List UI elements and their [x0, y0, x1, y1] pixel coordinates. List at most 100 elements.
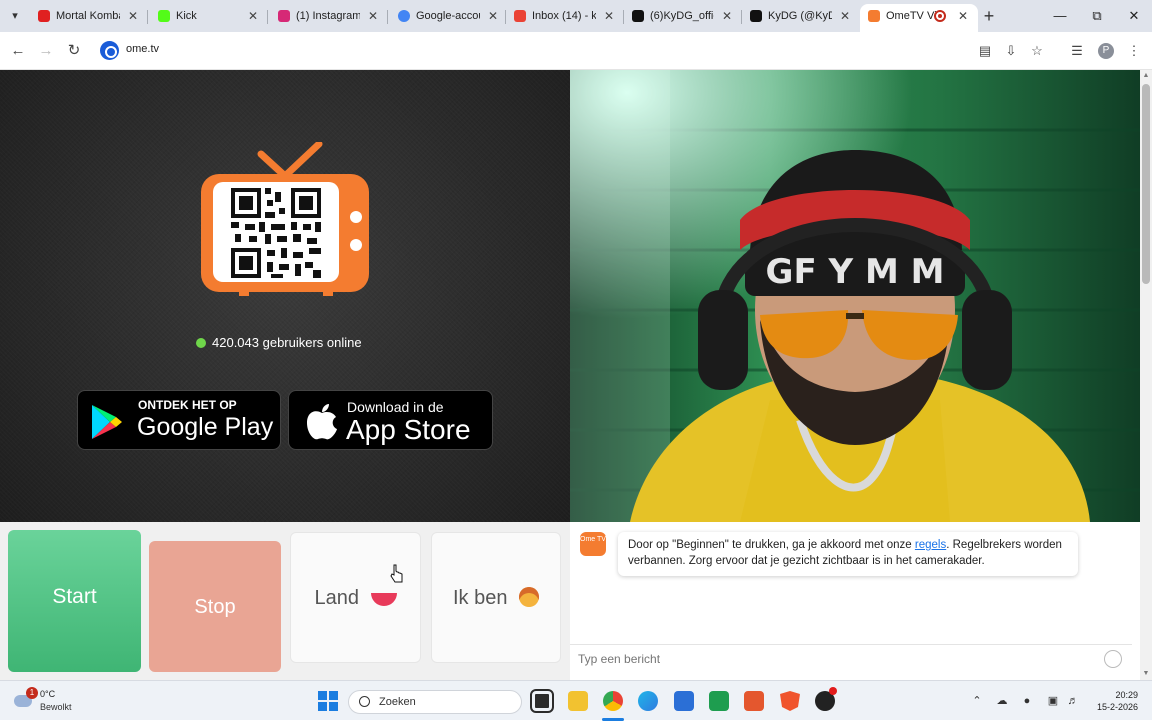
- tab-title: KyDG (@KyDG: [768, 10, 832, 22]
- media-controls-icon[interactable]: ☰: [1068, 42, 1086, 60]
- stop-button[interactable]: Stop: [149, 541, 281, 672]
- headband-print: GF Y M M: [766, 252, 945, 292]
- tab-title: Google-accou: [416, 10, 480, 22]
- tiktok-icon: [632, 10, 644, 22]
- tab-x-twitter[interactable]: KyDG (@KyDG ✕: [742, 4, 860, 30]
- edge-icon[interactable]: [638, 691, 658, 711]
- tab-google-account[interactable]: Google-accou ✕: [390, 4, 508, 30]
- tab-title: (1) Instagram: [296, 10, 360, 22]
- gender-select-button[interactable]: Ik ben: [431, 532, 561, 663]
- app-store-big-text: App Store: [346, 414, 471, 445]
- microphone-icon[interactable]: ●: [1020, 693, 1034, 709]
- profile-avatar[interactable]: P: [1098, 43, 1114, 59]
- maximize-button[interactable]: ⧉: [1085, 6, 1109, 26]
- message-input[interactable]: [578, 649, 1098, 669]
- tray-chevron-icon[interactable]: ⌃: [970, 693, 984, 709]
- tab-gmail-inbox[interactable]: Inbox (14) - k ✕: [506, 4, 624, 30]
- emoji-smiley-icon[interactable]: [1104, 650, 1122, 668]
- tab-search-icon[interactable]: ▾: [4, 6, 26, 26]
- address-bar[interactable]: ome.tv: [96, 37, 960, 65]
- google-play-badge[interactable]: ONTDEK HET OP Google Play: [77, 390, 281, 450]
- flag-icon: [370, 593, 397, 606]
- ometv-chat-logo: Ome TV: [580, 532, 606, 556]
- scroll-down-arrow-icon[interactable]: ▼: [1140, 668, 1152, 680]
- users-online-text: 420.043 gebruikers online: [212, 335, 362, 350]
- tab-title: Inbox (14) - k: [532, 10, 596, 22]
- page-scrollbar[interactable]: ▲ ▼: [1140, 70, 1152, 680]
- boy-emoji-icon: [519, 587, 540, 607]
- clock-date: 15-2-2026: [1096, 702, 1138, 712]
- weather-widget[interactable]: 1 0°C Bewolkt: [14, 687, 94, 717]
- google-play-big-text: Google Play: [137, 413, 274, 441]
- close-icon[interactable]: ✕: [722, 4, 732, 28]
- windows-start-icon[interactable]: [318, 691, 338, 711]
- weather-temperature: 0°C: [40, 689, 56, 699]
- brave-icon[interactable]: [780, 691, 800, 711]
- minimize-button[interactable]: —: [1048, 6, 1072, 26]
- notice-text-start: Door op "Beginnen" te drukken, ga je akk…: [628, 539, 915, 551]
- tab-ometv[interactable]: OmeTV Vi ✕: [860, 4, 978, 32]
- recording-dot: [829, 687, 837, 695]
- install-app-icon[interactable]: ⇩: [1002, 42, 1020, 60]
- forward-icon[interactable]: →: [36, 41, 56, 61]
- notification-badge: 1: [26, 687, 38, 699]
- youtube-icon: [38, 10, 50, 22]
- powerpoint-icon[interactable]: [744, 691, 764, 711]
- system-clock[interactable]: 20:29 15-2-2026: [1094, 689, 1138, 713]
- reload-icon[interactable]: ↻: [64, 41, 84, 61]
- x-icon: [750, 10, 762, 22]
- partner-video-feed: GF Y M M: [570, 70, 1140, 522]
- tab-title: Kick: [176, 10, 197, 22]
- rules-link[interactable]: regels: [915, 539, 946, 551]
- excel-icon[interactable]: [709, 691, 729, 711]
- word-icon[interactable]: [674, 691, 694, 711]
- google-play-small-text: ONTDEK HET OP: [138, 398, 237, 412]
- chat-controls: Start Stop Land Ik ben: [0, 522, 570, 680]
- close-icon[interactable]: ✕: [248, 4, 258, 28]
- ometv-promo-pane: 420.043 gebruikers online ONTDEK HET OP …: [0, 70, 570, 522]
- volume-icon[interactable]: ♬: [1066, 693, 1080, 709]
- windows-taskbar: 1 0°C Bewolkt Zoeken ⌃ ☁ ● ▣ ♬ 20:29 15-…: [0, 680, 1152, 721]
- close-icon[interactable]: ✕: [368, 4, 378, 28]
- menu-kebab-icon[interactable]: ⋮: [1125, 42, 1143, 60]
- close-icon[interactable]: ✕: [488, 4, 498, 28]
- weather-description: Bewolkt: [40, 702, 72, 712]
- chat-panel: Ome TV Door op "Beginnen" te drukken, ga…: [570, 522, 1132, 680]
- tab-separator: [267, 10, 268, 24]
- tab-separator: [147, 10, 148, 24]
- gmail-icon: [514, 10, 526, 22]
- scroll-up-arrow-icon[interactable]: ▲: [1140, 70, 1152, 82]
- tab-instagram[interactable]: (1) Instagram ✕: [270, 4, 388, 30]
- close-icon[interactable]: ✕: [958, 4, 968, 28]
- onedrive-cloud-icon[interactable]: ☁: [995, 693, 1009, 709]
- app-store-badge[interactable]: Download in de App Store: [288, 390, 493, 450]
- back-icon[interactable]: ←: [8, 41, 28, 61]
- close-icon[interactable]: ✕: [840, 4, 850, 28]
- close-icon[interactable]: ✕: [604, 4, 614, 28]
- country-select-button[interactable]: Land: [290, 532, 421, 663]
- tab-mortal-kombat[interactable]: Mortal Komba ✕: [30, 4, 148, 30]
- taskbar-search[interactable]: Zoeken: [348, 690, 522, 714]
- new-tab-button[interactable]: +: [980, 6, 998, 26]
- tab-tiktok[interactable]: (6)KyDG_offic ✕: [624, 4, 742, 30]
- browser-toolbar: ← → ↻ ome.tv ▤ ⇩ ☆ ☰ ⋮: [0, 32, 1152, 70]
- rules-notice-message: Door op "Beginnen" te drukken, ga je akk…: [618, 532, 1078, 576]
- network-icon[interactable]: ▣: [1046, 693, 1060, 709]
- start-button[interactable]: Start: [8, 530, 141, 672]
- translate-icon[interactable]: ▤: [976, 42, 994, 60]
- obs-recorder-icon[interactable]: [815, 687, 837, 711]
- google-play-icon: [92, 405, 122, 439]
- tab-kick[interactable]: Kick ✕: [150, 4, 268, 30]
- file-explorer-icon[interactable]: [568, 691, 588, 711]
- window-close-button[interactable]: ✕: [1122, 6, 1146, 26]
- webcam-person-image: GF Y M M: [570, 70, 1140, 522]
- chrome-icon[interactable]: [603, 691, 623, 711]
- tab-title: Mortal Komba: [56, 10, 120, 22]
- recording-icon: [934, 10, 946, 22]
- close-icon[interactable]: ✕: [128, 4, 138, 28]
- task-view-icon[interactable]: [530, 689, 554, 713]
- site-info-icon[interactable]: [100, 41, 119, 60]
- scroll-thumb[interactable]: [1142, 84, 1150, 284]
- message-input-bar: [570, 644, 1132, 672]
- bookmark-star-icon[interactable]: ☆: [1028, 42, 1046, 60]
